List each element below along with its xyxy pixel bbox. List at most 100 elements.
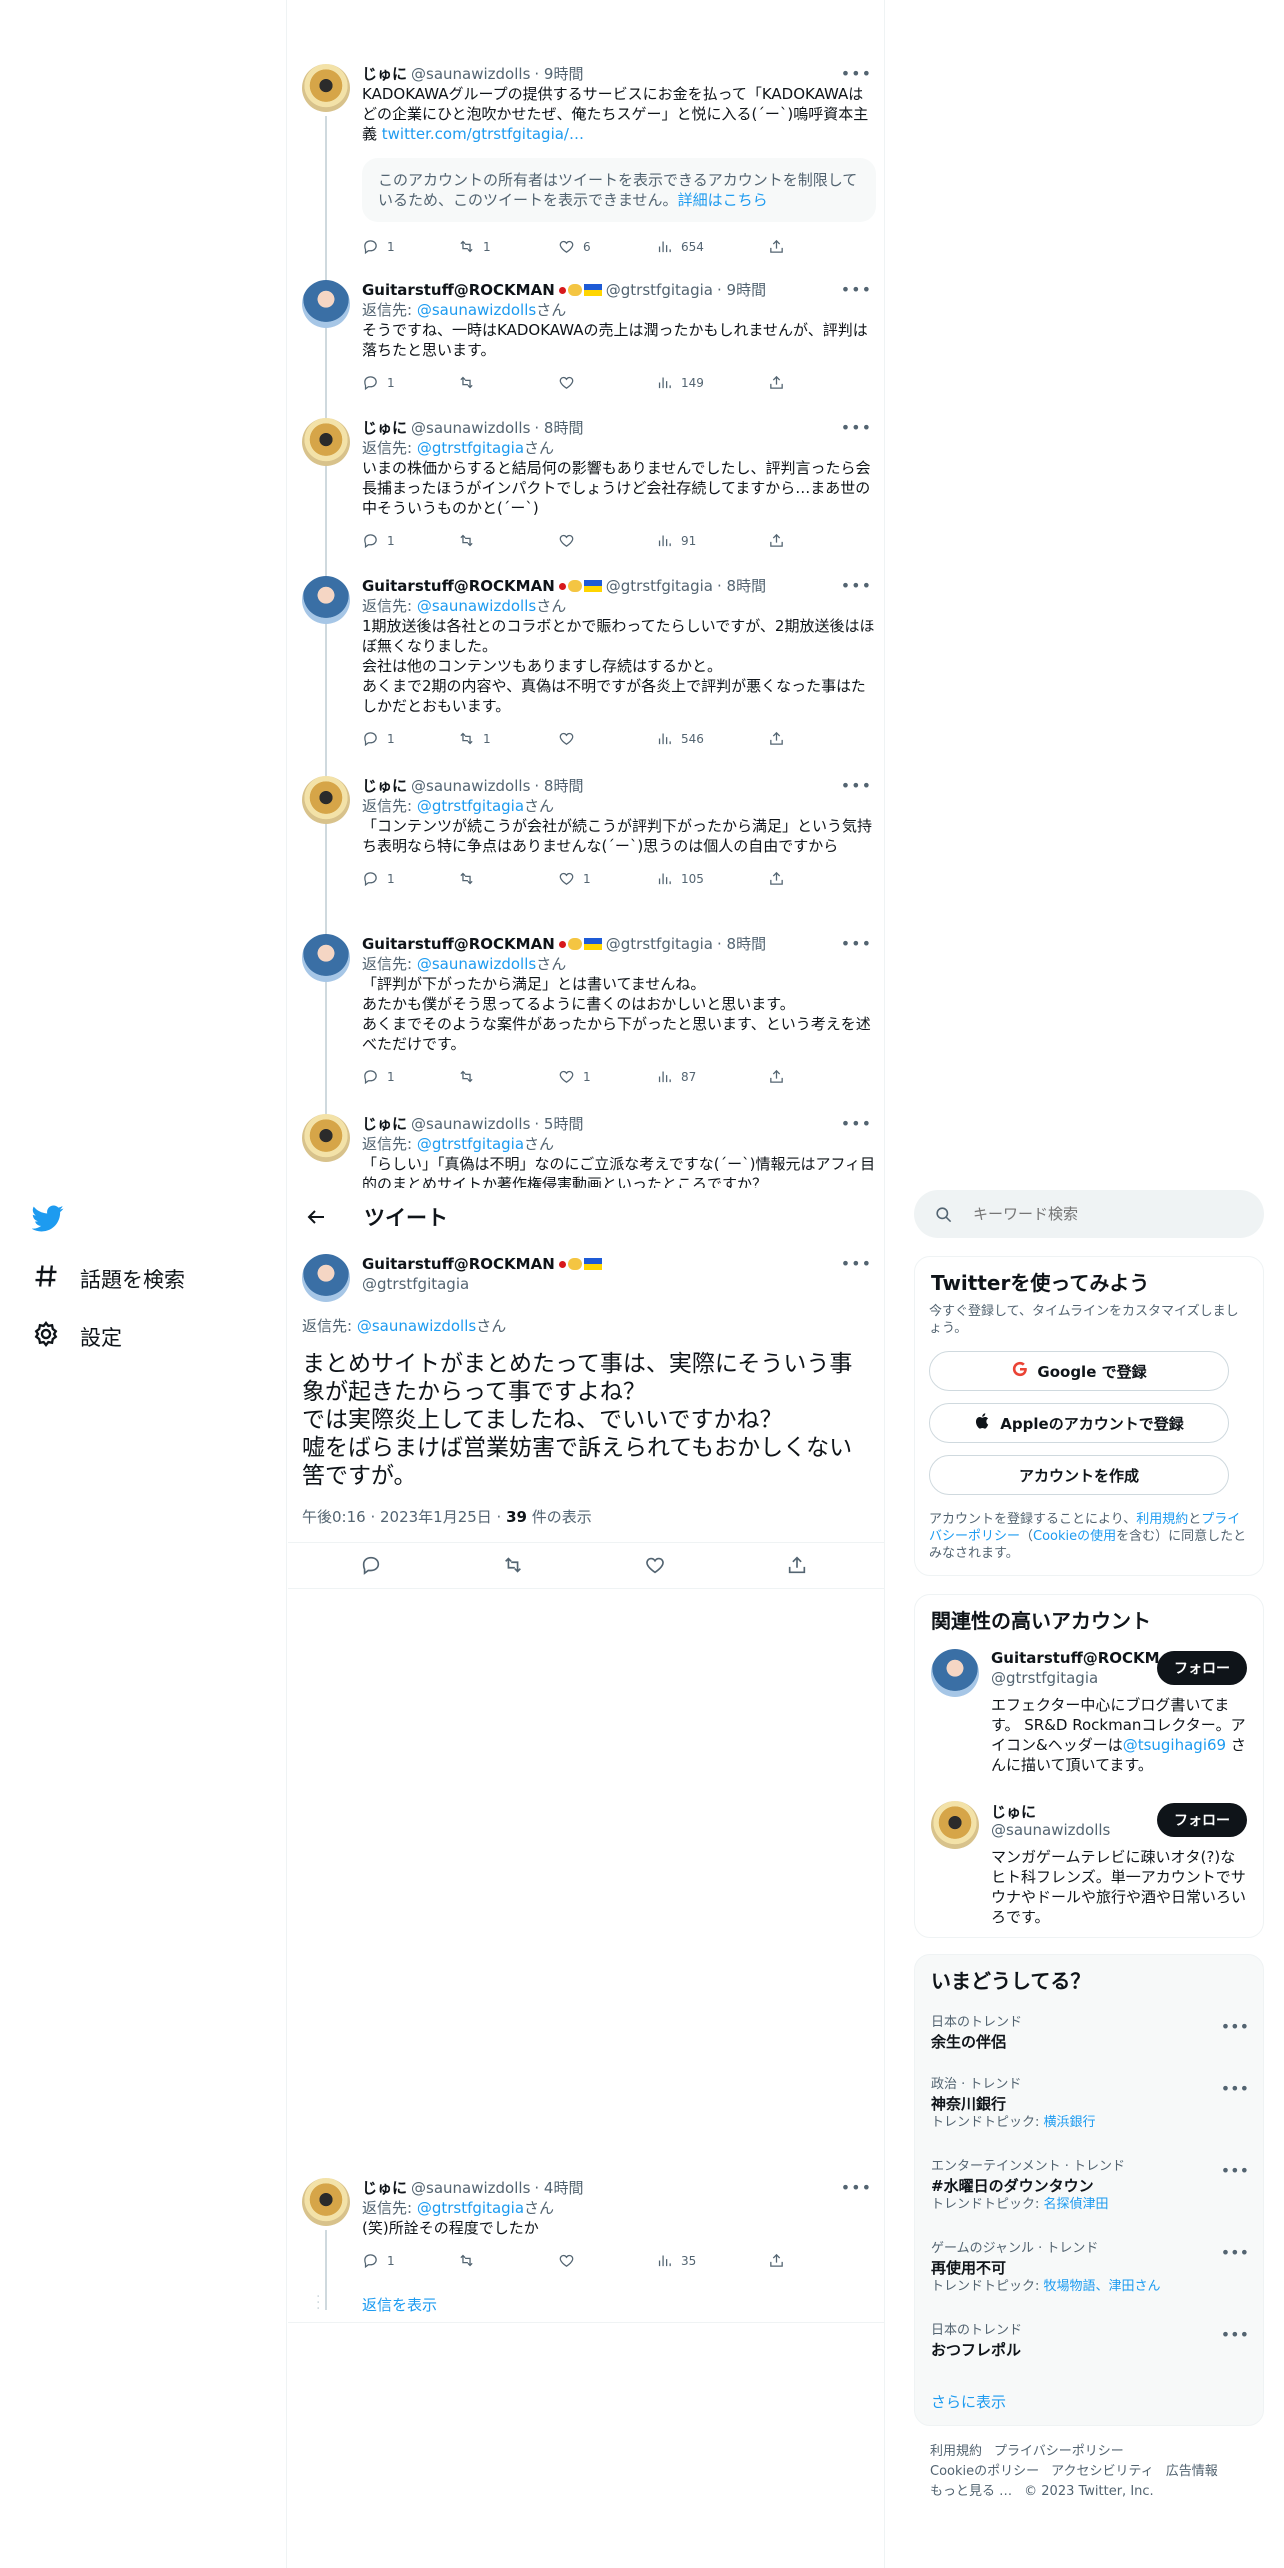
reply-button[interactable]: 1 (362, 238, 395, 255)
trend-item[interactable]: 日本のトレンド おつフレポル ••• (931, 2323, 1249, 2361)
reply-button[interactable]: 1 (362, 730, 395, 747)
author-name[interactable]: じゅに (362, 64, 407, 84)
trend-item[interactable]: エンターテインメント · トレンド #水曜日のダウンタウン トレンドトピック: … (931, 2159, 1249, 2213)
follow-button[interactable]: フォロー (1157, 1651, 1247, 1685)
search-input[interactable] (973, 1205, 1233, 1223)
author-name[interactable]: じゅに (362, 1114, 407, 1134)
author-name[interactable]: Guitarstuff@ROCKMAN (362, 1254, 555, 1274)
views-button[interactable]: 87 (656, 1068, 696, 1085)
reply-to-link[interactable]: @gtrstfgitagia (417, 439, 524, 457)
bio-mention-link[interactable]: @tsugihagi69 (1123, 1736, 1226, 1754)
reply-button[interactable] (360, 1554, 382, 1576)
retweet-button[interactable] (458, 374, 483, 391)
google-signup-button[interactable]: Google で登録 (929, 1351, 1229, 1391)
show-replies-link[interactable]: 返信を表示 (362, 2294, 437, 2315)
footer-cookie-link[interactable]: Cookieのポリシー (930, 2464, 1039, 2479)
more-options-icon[interactable]: ••• (841, 934, 872, 953)
retweet-button[interactable] (502, 1554, 524, 1576)
tweet-time[interactable]: · 4時間 (534, 2178, 583, 2198)
avatar[interactable] (302, 280, 350, 328)
nav-settings[interactable]: 設定 (32, 1320, 122, 1353)
account-name[interactable]: じゅに (991, 1801, 1036, 1822)
related-account[interactable]: じゅに @saunawizdolls フォロー マンガゲームテレビに疎いオタ(?… (915, 1801, 1263, 1931)
show-more-link[interactable]: さらに表示 (931, 2391, 1006, 2412)
reply-to-link[interactable]: @gtrstfgitagia (417, 797, 524, 815)
cookie-link[interactable]: Cookieの使用 (1033, 1529, 1116, 1544)
reply-tweet[interactable]: じゅに @saunawizdolls · 4時間 ••• 返信先: @gtrstfg… (288, 2178, 884, 2322)
more-options-icon[interactable]: ••• (1221, 2079, 1249, 2098)
share-button[interactable] (768, 238, 785, 255)
more-options-icon[interactable]: ••• (841, 418, 872, 437)
more-options-icon[interactable]: ••• (841, 1114, 872, 1133)
reply-to-link[interactable]: @saunawizdolls (417, 597, 536, 615)
like-button[interactable]: 1 (558, 870, 591, 887)
thread-tweet[interactable]: じゅに @saunawizdolls · 8時間 ••• 返信先: @gtrstfg… (288, 418, 884, 564)
search-bar[interactable] (914, 1190, 1264, 1238)
tweet-time[interactable]: · 5時間 (534, 1114, 583, 1134)
thread-tweet[interactable]: じゅに @saunawizdolls · 9時間 ••• KADOKAWAグループの… (288, 64, 884, 270)
reply-to-link[interactable]: @saunawizdolls (417, 301, 536, 319)
author-handle[interactable]: @saunawizdolls (411, 776, 530, 796)
views-button[interactable]: 149 (656, 374, 704, 391)
thread-tweet[interactable]: じゅに @saunawizdolls · 8時間 ••• 返信先: @gtrstfg… (288, 776, 884, 922)
footer-more-link[interactable]: もっと見る … (930, 2484, 1012, 2499)
avatar[interactable] (302, 1254, 350, 1302)
account-handle[interactable]: @gtrstfgitagia (991, 1669, 1098, 1687)
more-options-icon[interactable]: ••• (841, 776, 872, 795)
retweet-button[interactable]: 1 (458, 238, 491, 255)
avatar[interactable] (302, 934, 350, 982)
author-handle[interactable]: @saunawizdolls (411, 64, 530, 84)
more-options-icon[interactable]: ••• (1221, 2017, 1249, 2036)
like-button[interactable]: 1 (558, 1068, 591, 1085)
reply-to-link[interactable]: @gtrstfgitagia (417, 2199, 524, 2217)
share-button[interactable] (768, 374, 785, 391)
author-handle[interactable]: @gtrstfgitagia (362, 1274, 876, 1294)
author-handle[interactable]: @gtrstfgitagia (606, 280, 713, 300)
share-button[interactable] (768, 870, 785, 887)
author-name[interactable]: Guitarstuff@ROCKMAN (362, 576, 555, 596)
account-name[interactable]: Guitarstuff@ROCKM… (991, 1649, 1175, 1667)
retweet-button[interactable] (458, 1068, 483, 1085)
related-account[interactable]: Guitarstuff@ROCKM… @gtrstfgitagia フォロー エ… (915, 1649, 1263, 1799)
terms-link[interactable]: 利用規約 (1136, 1512, 1188, 1527)
share-button[interactable] (768, 1068, 785, 1085)
learn-more-link[interactable]: 詳細はこちら (678, 191, 768, 209)
author-handle[interactable]: @saunawizdolls (411, 1114, 530, 1134)
like-button[interactable] (558, 532, 583, 549)
share-button[interactable] (768, 730, 785, 747)
more-options-icon[interactable]: ••• (841, 280, 872, 299)
author-name[interactable]: じゅに (362, 2178, 407, 2198)
more-options-icon[interactable]: ••• (841, 576, 872, 595)
follow-button[interactable]: フォロー (1157, 1803, 1247, 1837)
share-button[interactable] (786, 1554, 808, 1576)
avatar[interactable] (302, 418, 350, 466)
reply-button[interactable]: 1 (362, 1068, 395, 1085)
thread-tweet[interactable]: Guitarstuff@ROCKMAN @gtrstfgitagia · 8時間 •… (288, 576, 884, 762)
thread-tweet[interactable]: じゅに @saunawizdolls · 5時間 ••• 返信先: @gtrstfg… (288, 1114, 884, 1188)
like-button[interactable] (644, 1554, 666, 1576)
avatar[interactable] (302, 776, 350, 824)
avatar[interactable] (302, 2178, 350, 2226)
trend-topic-link[interactable]: 名探偵津田 (1044, 2197, 1109, 2212)
trend-item[interactable]: ゲームのジャンル · トレンド 再使用不可 トレンドトピック: 牧場物語、津田さ… (931, 2241, 1249, 2295)
tweet-date[interactable]: 午後0:16 · 2023年1月25日 · (302, 1508, 506, 1526)
twitter-logo-icon[interactable] (31, 1202, 64, 1234)
reply-to-link[interactable]: @saunawizdolls (417, 955, 536, 973)
more-options-icon[interactable]: ••• (841, 2178, 872, 2197)
author-handle[interactable]: @gtrstfgitagia (606, 934, 713, 954)
trend-topic-link[interactable]: 牧場物語、津田さん (1044, 2279, 1161, 2294)
retweet-button[interactable] (458, 532, 483, 549)
retweet-button[interactable] (458, 870, 483, 887)
author-name[interactable]: Guitarstuff@ROCKMAN (362, 280, 555, 300)
like-button[interactable] (558, 374, 583, 391)
avatar[interactable] (931, 1801, 979, 1849)
avatar[interactable] (931, 1649, 979, 1697)
more-options-icon[interactable]: ••• (841, 1254, 872, 1273)
tweet-time[interactable]: · 8時間 (534, 776, 583, 796)
tweet-time[interactable]: · 8時間 (534, 418, 583, 438)
author-handle[interactable]: @saunawizdolls (411, 418, 530, 438)
share-button[interactable] (768, 532, 785, 549)
more-options-icon[interactable]: ••• (841, 64, 872, 83)
author-handle[interactable]: @gtrstfgitagia (606, 576, 713, 596)
thread-tweet[interactable]: Guitarstuff@ROCKMAN @gtrstfgitagia · 8時間 •… (288, 934, 884, 1100)
